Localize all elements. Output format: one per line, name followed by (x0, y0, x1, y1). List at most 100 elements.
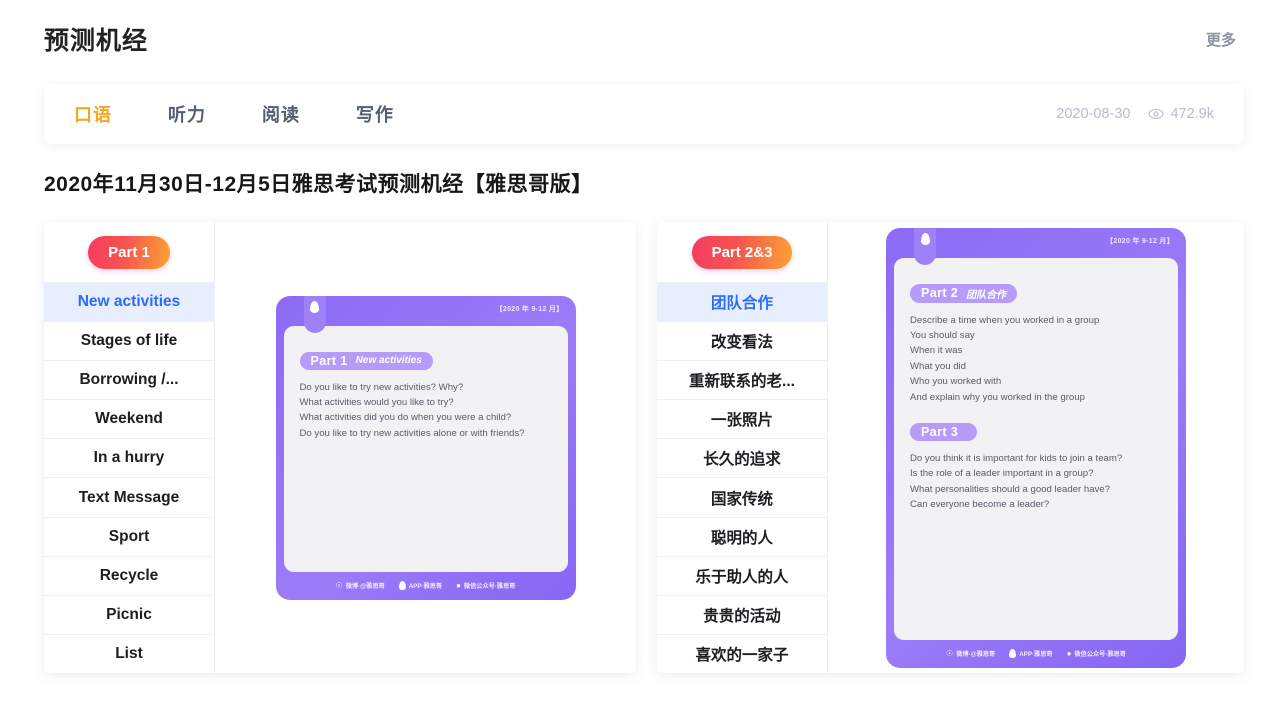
topic-item-recycle[interactable]: Recycle (44, 557, 214, 596)
question-line: Who you worked with (910, 374, 1162, 389)
topic-list-part1: New activities Stages of life Borrowing … (44, 283, 214, 673)
footer-weibo: ☉ 微博·@雅思哥 (946, 649, 995, 658)
topic-item-picnic[interactable]: Picnic (44, 596, 214, 635)
page-header: 预测机经 更多 (0, 0, 1280, 78)
card-part-badge-3: Part 3 (910, 423, 977, 441)
question-line: Can everyone become a leader? (910, 497, 1162, 512)
topic-item-reconnect-friend[interactable]: 重新联系的老... (657, 361, 827, 400)
card-inner-part1: Part 1 New activities Do you like to try… (284, 326, 568, 572)
question-line: And explain why you worked in the group (910, 390, 1162, 405)
card-block-gap (910, 405, 1162, 423)
card-question-lines-1: Do you like to try new activities? Why? … (300, 380, 552, 442)
footer-app-text: APP·雅思哥 (1019, 649, 1052, 658)
topic-item-text-message[interactable]: Text Message (44, 478, 214, 517)
part-pill-part23[interactable]: Part 2&3 (692, 236, 793, 269)
flame-shape-icon (310, 301, 319, 313)
tab-bar: 口语 听力 阅读 写作 2020-08-30 472.9k (44, 84, 1244, 144)
topic-item-list[interactable]: List (44, 635, 214, 673)
topic-item-stages-of-life[interactable]: Stages of life (44, 322, 214, 361)
card-part-badge-name: Part 2 (921, 286, 958, 300)
app-icon (1009, 649, 1016, 658)
question-line: Do you like to try new activities alone … (300, 426, 552, 441)
tab-listening[interactable]: 听力 (168, 101, 206, 127)
question-card-part23[interactable]: 【2020 年 9-12 月】 Part 2 团队合作 Describe a t… (886, 228, 1186, 668)
eye-icon (1148, 106, 1164, 122)
tab-writing[interactable]: 写作 (356, 101, 394, 127)
footer-wechat: ● 微信公众号·雅思哥 (456, 581, 515, 590)
tab-meta: 2020-08-30 472.9k (1056, 106, 1214, 122)
question-line: When it was (910, 343, 1162, 358)
tab-reading[interactable]: 阅读 (262, 101, 300, 127)
weibo-icon: ☉ (946, 650, 953, 658)
more-link[interactable]: 更多 (1206, 29, 1236, 50)
wechat-icon: ● (456, 582, 461, 590)
topic-item-teamwork[interactable]: 团队合作 (657, 283, 827, 322)
preview-column-part1: 【2020 年 9-12 月】 Part 1 New activities Do… (215, 222, 636, 673)
topic-list-part23: 团队合作 改变看法 重新联系的老... 一张照片 长久的追求 国家传统 聪明的人… (657, 283, 827, 673)
panel-part1: Part 1 New activities Stages of life Bor… (44, 222, 636, 673)
topic-item-photo[interactable]: 一张照片 (657, 400, 827, 439)
topic-item-national-tradition[interactable]: 国家传统 (657, 478, 827, 517)
question-card-part1[interactable]: 【2020 年 9-12 月】 Part 1 New activities Do… (276, 296, 576, 600)
topic-item-expensive-activity[interactable]: 贵贵的活动 (657, 596, 827, 635)
question-line: Is the role of a leader important in a g… (910, 466, 1162, 481)
question-line: What personalities should a good leader … (910, 482, 1162, 497)
topic-item-new-activities[interactable]: New activities (44, 283, 214, 322)
card-part-badge-name: Part 1 (311, 354, 348, 368)
footer-wechat-text: 微信公众号·雅思哥 (464, 581, 516, 590)
view-count-value: 472.9k (1170, 106, 1214, 122)
topic-item-in-a-hurry[interactable]: In a hurry (44, 439, 214, 478)
topic-item-long-pursuit[interactable]: 长久的追求 (657, 439, 827, 478)
tab-speaking[interactable]: 口语 (74, 101, 112, 127)
flame-logo-icon (304, 296, 326, 333)
pill-wrap-part23: Part 2&3 (657, 222, 827, 283)
card-question-lines-2: Describe a time when you worked in a gro… (910, 313, 1162, 405)
question-line: Do you think it is important for kids to… (910, 451, 1162, 466)
card-part-badge-name: Part 3 (921, 425, 958, 439)
footer-app-text: APP·雅思哥 (409, 581, 442, 590)
question-line: What activities would you like to try? (300, 395, 552, 410)
topic-item-change-view[interactable]: 改变看法 (657, 322, 827, 361)
topic-item-favourite-family[interactable]: 喜欢的一家子 (657, 635, 827, 673)
card-part-badge-sub: New activities (356, 355, 422, 366)
card-question-lines-3: Do you think it is important for kids to… (910, 451, 1162, 513)
footer-app: APP·雅思哥 (1009, 649, 1052, 658)
card-footer-part1: ☉ 微博·@雅思哥 APP·雅思哥 ● 微信公众号·雅思哥 (284, 572, 568, 600)
preview-column-part23: 【2020 年 9-12 月】 Part 2 团队合作 Describe a t… (828, 222, 1244, 673)
section-title: 2020年11月30日-12月5日雅思考试预测机经【雅思哥版】 (44, 168, 593, 198)
card-footer-part23: ☉ 微博·@雅思哥 APP·雅思哥 ● 微信公众号·雅思哥 (894, 640, 1178, 668)
footer-wechat: ● 微信公众号·雅思哥 (1067, 649, 1126, 658)
topic-item-weekend[interactable]: Weekend (44, 400, 214, 439)
topic-item-sport[interactable]: Sport (44, 518, 214, 557)
topic-column-part23: Part 2&3 团队合作 改变看法 重新联系的老... 一张照片 长久的追求 … (657, 222, 828, 673)
flame-shape-icon (921, 233, 930, 245)
page-title: 预测机经 (44, 21, 148, 57)
publish-date: 2020-08-30 (1056, 106, 1130, 122)
topic-column-part1: Part 1 New activities Stages of life Bor… (44, 222, 215, 673)
topic-item-borrowing[interactable]: Borrowing /... (44, 361, 214, 400)
footer-weibo-text: 微博·@雅思哥 (956, 649, 995, 658)
card-part-badge-1: Part 1 New activities (300, 352, 433, 370)
topic-item-helpful-person[interactable]: 乐于助人的人 (657, 557, 827, 596)
card-date-label: 【2020 年 9-12 月】 (496, 304, 564, 314)
flame-logo-icon (914, 228, 936, 265)
card-date-label: 【2020 年 9-12 月】 (1106, 236, 1174, 246)
question-line: What you did (910, 359, 1162, 374)
footer-weibo-text: 微博·@雅思哥 (346, 581, 385, 590)
topic-item-smart-person[interactable]: 聪明的人 (657, 518, 827, 557)
wechat-icon: ● (1067, 650, 1072, 658)
question-line: You should say (910, 328, 1162, 343)
weibo-icon: ☉ (336, 582, 343, 590)
footer-app: APP·雅思哥 (399, 581, 442, 590)
question-line: What activities did you do when you were… (300, 410, 552, 425)
card-part-badge-2: Part 2 团队合作 (910, 284, 1017, 303)
pill-wrap-part1: Part 1 (44, 222, 214, 283)
part-pill-part1[interactable]: Part 1 (88, 236, 170, 269)
question-line: Do you like to try new activities? Why? (300, 380, 552, 395)
footer-wechat-text: 微信公众号·雅思哥 (1074, 649, 1126, 658)
view-count: 472.9k (1148, 106, 1214, 122)
panel-part23: Part 2&3 团队合作 改变看法 重新联系的老... 一张照片 长久的追求 … (657, 222, 1244, 673)
footer-weibo: ☉ 微博·@雅思哥 (336, 581, 385, 590)
app-icon (399, 581, 406, 590)
question-line: Describe a time when you worked in a gro… (910, 313, 1162, 328)
